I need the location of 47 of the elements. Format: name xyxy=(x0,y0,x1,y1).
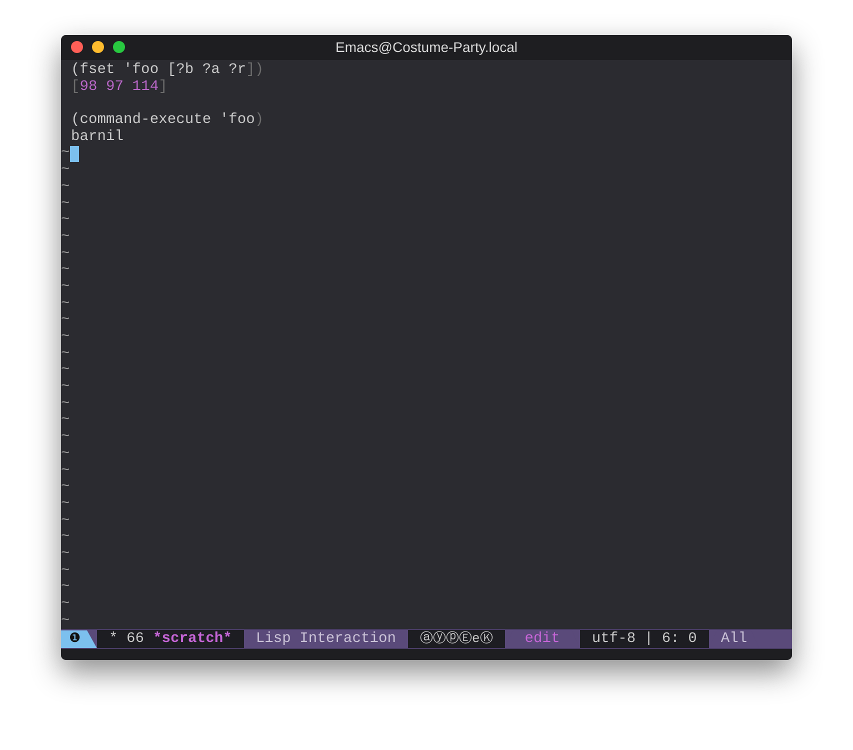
minor-segment: ⓐⓨⓟⒺeⓀ xyxy=(408,630,505,648)
fringe-tilde: ~ xyxy=(61,196,70,212)
fringe-tilde: ~ xyxy=(61,529,70,546)
buffer-info: * 66 xyxy=(109,630,144,648)
window-title: Emacs@Costume-Party.local xyxy=(336,38,518,57)
fringe-tilde: ~ xyxy=(61,412,70,430)
fringe-tilde: ~ xyxy=(61,296,70,312)
fringe-tilde: ~ xyxy=(61,596,70,613)
buffer-name: *scratch* xyxy=(153,630,232,648)
code-text: (fset 'foo [?b ?a ?r xyxy=(71,62,246,79)
fringe-tilde: ~ xyxy=(61,429,70,446)
fringe-tilde: ~ xyxy=(61,278,70,296)
fringe-tilde: ~ xyxy=(61,512,70,530)
fringe-tilde: ~ xyxy=(61,162,70,179)
fringe-tilde: ~ xyxy=(61,462,70,480)
code-text: ] xyxy=(158,78,168,96)
code-text: (command-execute 'foo xyxy=(71,112,255,129)
fringe-tilde: ~ xyxy=(61,562,70,580)
fringe-tilde: ~ xyxy=(61,212,70,229)
fringe-tilde: ~ xyxy=(61,178,70,196)
fringe-tilde: ~ xyxy=(61,396,70,412)
fringe-tilde: ~ xyxy=(61,612,70,630)
fringe-tilde: ~ xyxy=(61,379,70,396)
code-text: ) xyxy=(254,112,264,129)
fringe-tilde: ~ xyxy=(61,246,70,262)
fringe-tilde: ~ xyxy=(61,579,70,596)
fringe-tilde: ~ xyxy=(61,546,70,563)
close-button[interactable] xyxy=(71,41,83,53)
maximize-button[interactable] xyxy=(113,41,125,53)
fringe-tilde: ~ xyxy=(61,446,70,463)
code-text: ]) xyxy=(246,62,264,79)
fringe-tilde: ~ xyxy=(61,346,70,362)
window-number-segment: ❶ xyxy=(61,630,97,648)
fringe-tilde: ~ xyxy=(61,228,70,246)
fringe-tilde: ~ xyxy=(61,145,70,162)
fringe-tilde: ~ xyxy=(61,496,70,513)
number-text: 98 97 114 xyxy=(80,78,159,96)
minimize-button[interactable] xyxy=(92,41,104,53)
fringe-tilde: ~ xyxy=(61,479,70,496)
fringe-tilde: ~ xyxy=(61,312,70,330)
code-text: [ xyxy=(71,78,80,96)
fringe-tilde: ~ xyxy=(61,262,70,279)
cursor xyxy=(70,146,79,162)
position-segment: utf-8 | 6: 0 xyxy=(580,630,709,648)
fringe-tilde: ~ xyxy=(61,362,70,380)
fringe-tilde: ~ xyxy=(61,329,70,346)
code-text: barnil xyxy=(71,128,124,146)
